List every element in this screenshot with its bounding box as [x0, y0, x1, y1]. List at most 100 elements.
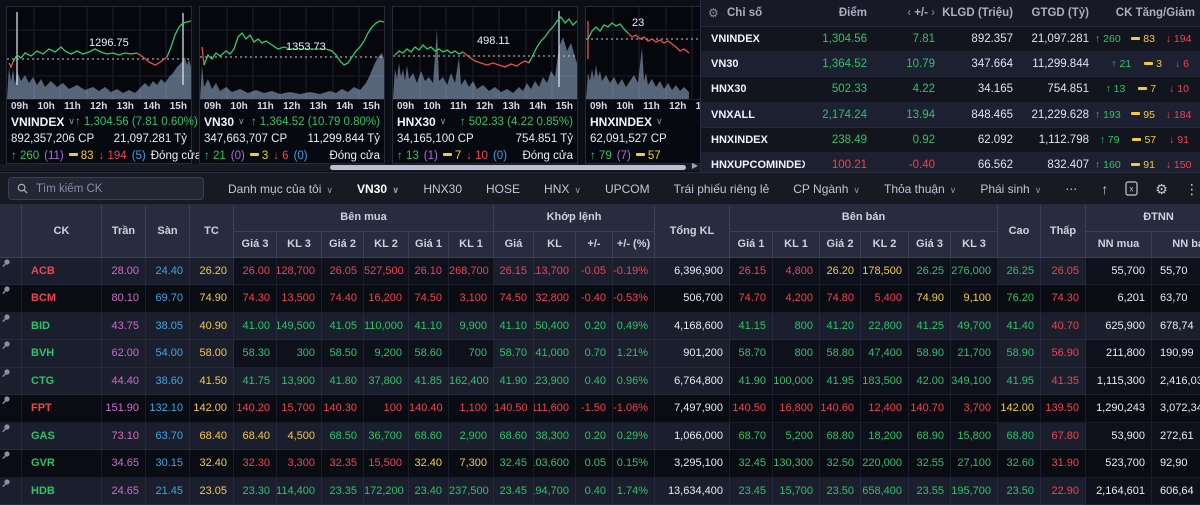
tab-phai-sinh[interactable]: Phái sinh∨ — [980, 182, 1041, 196]
export-excel-icon[interactable]: x — [1125, 181, 1138, 196]
reference-price-label: 1296.75 — [89, 37, 129, 49]
ticker-symbol[interactable]: BCM — [22, 285, 102, 312]
board-row-CTG[interactable]: CTG44.4038.6041.5041.7513,90041.8037,800… — [0, 368, 1200, 395]
chart-index-name[interactable]: VN30 — [204, 115, 234, 129]
cell-s2p: 41.95 — [820, 368, 861, 395]
header-kl3-ban: KL 3 — [951, 232, 998, 259]
cell-b2p: 23.35 — [322, 478, 364, 505]
board-row-GAS[interactable]: GAS73.1063.7068.4068.404,50068.5036,7006… — [0, 423, 1200, 450]
chart-index-name[interactable]: HNX30 — [397, 115, 436, 129]
tab-vn30[interactable]: VN30∨ — [357, 182, 399, 196]
pin-cell[interactable] — [0, 450, 22, 477]
ticker-symbol[interactable]: HDB — [22, 478, 102, 505]
chart-horizontal-scrollbar[interactable]: ▶ — [0, 164, 700, 171]
cell-total: 1,066,000 — [655, 423, 730, 450]
ticker-symbol[interactable]: BID — [22, 313, 102, 340]
index-row-HNX30[interactable]: HNX30502.334.2234.165754.851↑ 137↓ 10 — [701, 77, 1200, 102]
header-kl-khop: KL — [534, 232, 576, 259]
pin-cell[interactable] — [0, 285, 22, 312]
kebab-menu-icon[interactable]: ⋮ — [1185, 182, 1199, 196]
board-row-GVR[interactable]: GVR34.6530.1532.4032.303,30032.3515,5003… — [0, 450, 1200, 477]
tab-upcom[interactable]: UPCOM — [605, 182, 650, 196]
pin-cell[interactable] — [0, 395, 22, 422]
index-klgd: 34.165 — [941, 83, 1019, 95]
chart-panel-hnxindex[interactable]: 23 09h10h11h12h13h14h15h HNXINDEX∨↑ 2 62… — [585, 6, 700, 164]
scroll-right-arrow-icon[interactable]: ▶ — [692, 161, 698, 170]
cell-mp: 41.10 — [494, 313, 534, 340]
search-input[interactable] — [34, 182, 168, 196]
ticker-symbol[interactable]: GVR — [22, 450, 102, 477]
chart-panel-vnindex[interactable]: 1296.75 09h10h11h12h13h14h15h VNINDEX∨↑ … — [6, 6, 192, 164]
board-row-FPT[interactable]: FPT151.90132.10142.00140.2015,700140.301… — [0, 395, 1200, 422]
cell-tc: 41.50 — [190, 368, 234, 395]
pin-cell[interactable] — [0, 478, 22, 505]
index-row-VN30[interactable]: VN301,364.5210.79347.66411,299.844↑ 213↓… — [701, 52, 1200, 77]
pin-cell[interactable] — [0, 340, 22, 367]
cell-b2v: 36,700 — [364, 423, 409, 450]
tab-trai-phieu-rieng-le[interactable]: Trái phiếu riêng lẻ — [674, 182, 770, 196]
tab-thoa-thuan[interactable]: Thỏa thuận∨ — [884, 182, 956, 196]
board-row-HDB[interactable]: HDB24.6521.4523.0523.30114,40023.35172,2… — [0, 478, 1200, 505]
chevron-down-icon[interactable]: ∨ — [656, 116, 663, 127]
settings-gear-icon[interactable]: ⚙ — [1155, 182, 1168, 196]
index-name: HNXINDEX — [701, 134, 805, 146]
pin-cell[interactable] — [0, 368, 22, 395]
cell-fsell: 678,74 — [1152, 313, 1200, 340]
index-change: 0.92 — [873, 134, 941, 146]
cell-b2v: 15,500 — [364, 450, 409, 477]
collapse-charts-icon[interactable]: ↑ — [1101, 182, 1108, 196]
index-row-VNXALL[interactable]: VNXALL2,174.2413.94848.46521,229.628↑ 19… — [701, 103, 1200, 128]
ticker-symbol[interactable]: BVH — [22, 340, 102, 367]
ticker-symbol[interactable]: GAS — [22, 423, 102, 450]
cell-chgp: 1.21% — [613, 340, 655, 367]
index-row-HNXINDEX[interactable]: HNXINDEX238.490.9262.0921,112.798↑ 7957↓… — [701, 128, 1200, 153]
search-box[interactable] — [8, 177, 204, 200]
board-row-BID[interactable]: BID43.7538.0540.9041.00149,50041.05110,0… — [0, 313, 1200, 340]
header-gia2-ban: Giá 2 — [820, 232, 861, 259]
pin-cell[interactable] — [0, 423, 22, 450]
chart-panel-vn30[interactable]: 1353.73 09h10h11h12h13h14h15h VN30∨↑ 1,3… — [199, 6, 385, 164]
time-label: 14h — [336, 101, 353, 112]
chart-index-name[interactable]: HNXINDEX — [590, 115, 652, 129]
tab-hnx30[interactable]: HNX30 — [423, 182, 462, 196]
more-tabs-ellipsis[interactable]: ⋯ — [1065, 182, 1077, 196]
cell-san: 132.10 — [146, 395, 190, 422]
pin-cell[interactable] — [0, 258, 22, 285]
board-row-BCM[interactable]: BCM80.1069.7074.9074.3013,50074.4016,200… — [0, 285, 1200, 312]
chart-panel-hnx30[interactable]: 498.11 09h10h11h12h13h14h15h HNX30∨↑ 502… — [392, 6, 578, 164]
pin-cell[interactable] — [0, 313, 22, 340]
pin-column-header — [0, 205, 22, 258]
advancers: ↑ 13 — [1105, 83, 1131, 95]
chevron-down-icon[interactable]: ∨ — [238, 116, 245, 127]
gear-icon[interactable]: ⚙ — [708, 6, 725, 20]
cell-b1v: 237,500 — [449, 478, 494, 505]
cell-s1p: 58.70 — [730, 340, 773, 367]
scrollbar-thumb[interactable] — [330, 165, 686, 170]
ticker-symbol[interactable]: ACB — [22, 258, 102, 285]
header-change-sort[interactable]: +/- — [873, 7, 941, 19]
ticker-symbol[interactable]: CTG — [22, 368, 102, 395]
tab-hose[interactable]: HOSE — [486, 182, 520, 196]
cell-b2p: 41.05 — [322, 313, 364, 340]
time-axis: 09h10h11h12h13h14h15h — [7, 100, 191, 113]
unchanged: 95 — [1131, 109, 1158, 121]
board-row-ACB[interactable]: ACB28.0024.4026.2026.001,128,70026.05527… — [0, 258, 1200, 285]
cell-fbuy: 523,700 — [1086, 450, 1152, 477]
tab-cp-nganh[interactable]: CP Ngành∨ — [793, 182, 860, 196]
chevron-down-icon[interactable]: ∨ — [440, 116, 447, 127]
cell-tran: 24.65 — [102, 478, 146, 505]
ticker-symbol[interactable]: FPT — [22, 395, 102, 422]
cell-s2p: 58.80 — [820, 340, 861, 367]
header-tran: Trần — [102, 205, 146, 258]
vnindex-chart-svg — [7, 7, 191, 99]
chevron-down-icon[interactable]: ∨ — [68, 116, 75, 127]
cell-b3v: 3,300 — [277, 450, 322, 477]
total-value: 754.851 Tỷ — [516, 133, 573, 145]
header-khop-lenh: Khớp lệnh — [494, 205, 655, 232]
tab-danh-muc-cua-toi[interactable]: Danh mục của tôi∨ — [228, 182, 333, 196]
board-row-BVH[interactable]: BVH62.0054.0058.0058.3030058.509,20058.6… — [0, 340, 1200, 367]
tab-hnx[interactable]: HNX∨ — [544, 182, 581, 196]
cell-s3p: 140.70 — [909, 395, 951, 422]
chart-index-name[interactable]: VNINDEX — [11, 115, 64, 129]
index-row-VNINDEX[interactable]: VNINDEX1,304.567.81892.35721,097.281↑ 26… — [701, 27, 1200, 52]
